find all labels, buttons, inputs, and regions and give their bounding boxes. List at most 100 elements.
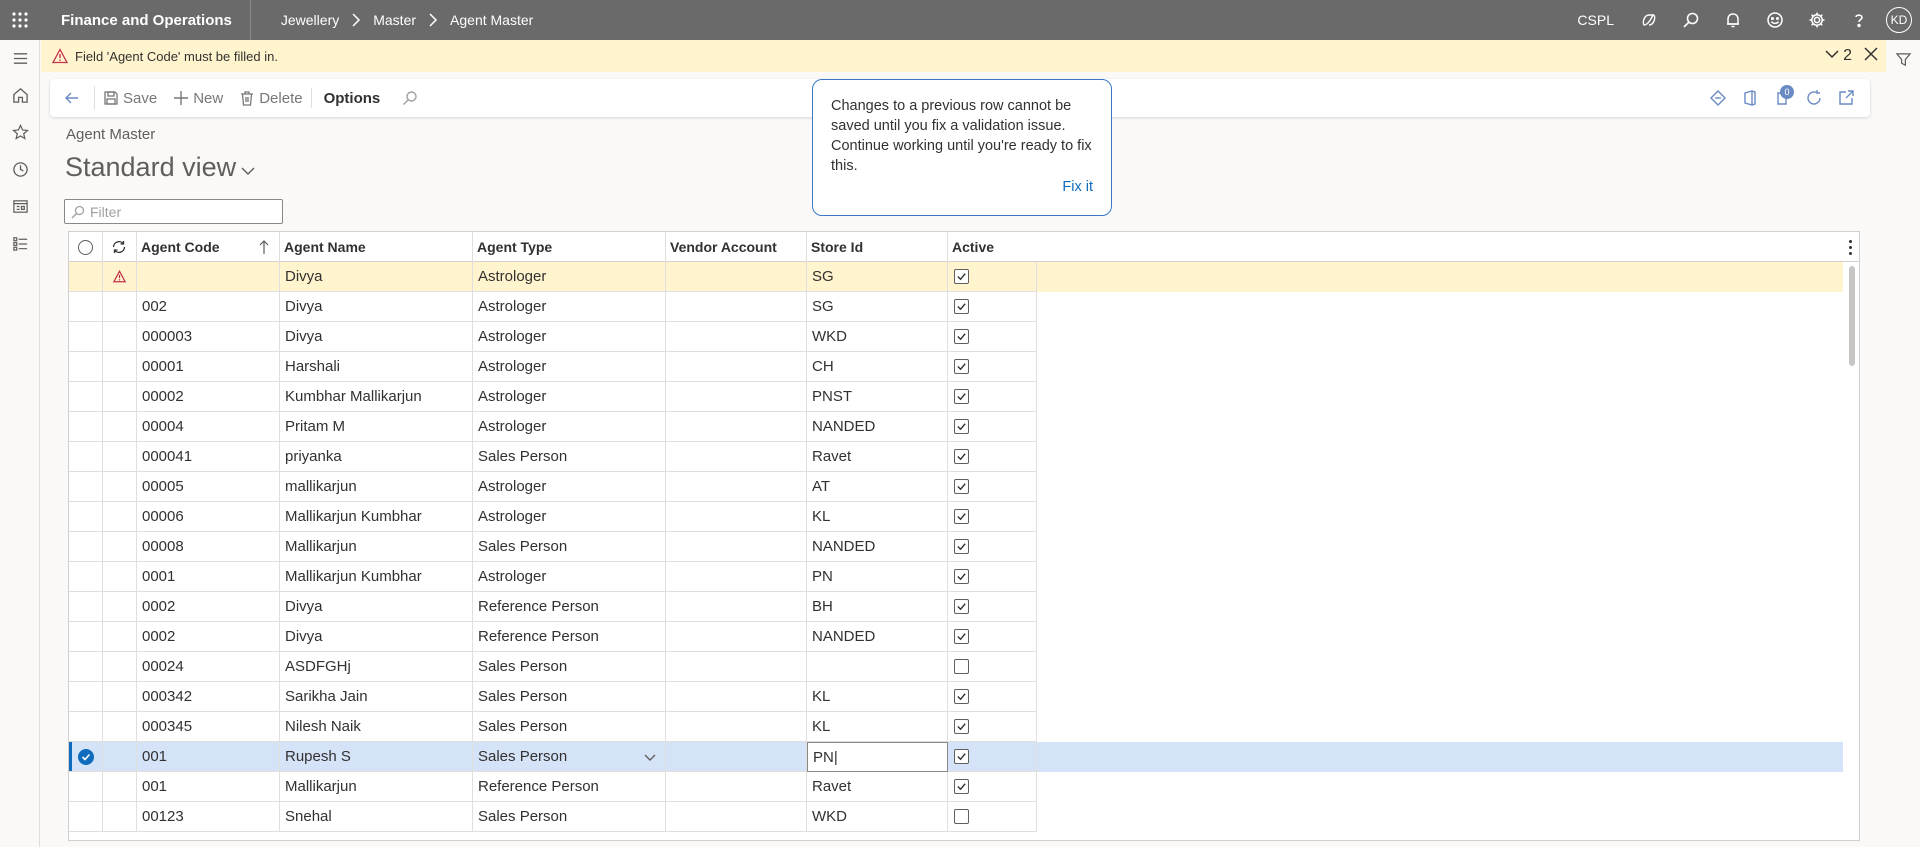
cell-vendor-account[interactable]	[666, 382, 807, 412]
cell-active[interactable]	[948, 682, 1037, 712]
cell-active[interactable]	[948, 382, 1037, 412]
cell-agent-name[interactable]: Harshali	[280, 352, 473, 382]
cell-agent-code[interactable]: 00004	[137, 412, 280, 442]
cell-agent-type[interactable]: Astrologer	[473, 472, 666, 502]
cell-agent-name[interactable]: Sarikha Jain	[280, 682, 473, 712]
cell-active[interactable]	[948, 322, 1037, 352]
row-selector[interactable]	[69, 472, 103, 502]
table-row[interactable]: Divya Astrologer SG	[69, 262, 1843, 292]
row-selector[interactable]	[69, 322, 103, 352]
row-selector[interactable]	[69, 802, 103, 832]
active-checkbox[interactable]	[954, 389, 969, 404]
cell-vendor-account[interactable]	[666, 262, 807, 292]
table-row[interactable]: 00123 Snehal Sales Person WKD	[69, 802, 1843, 832]
cell-agent-type[interactable]: Sales Person	[473, 742, 666, 772]
row-selector[interactable]	[69, 382, 103, 412]
vertical-scrollbar[interactable]	[1847, 266, 1857, 838]
cell-agent-type[interactable]: Sales Person	[473, 532, 666, 562]
cell-store-id[interactable]: Ravet	[807, 442, 948, 472]
row-status[interactable]	[103, 322, 137, 352]
table-row[interactable]: 001 Rupesh S Sales Person PN|	[69, 742, 1843, 772]
cell-vendor-account[interactable]	[666, 802, 807, 832]
power-apps-icon[interactable]	[1702, 79, 1734, 117]
cell-active[interactable]	[948, 622, 1037, 652]
cell-vendor-account[interactable]	[666, 562, 807, 592]
bell-icon[interactable]	[1712, 0, 1754, 40]
filter-input[interactable]: Filter	[64, 199, 283, 224]
cell-agent-code[interactable]: 00024	[137, 652, 280, 682]
cell-store-id[interactable]: AT	[807, 472, 948, 502]
column-header-agent-name[interactable]: Agent Name	[280, 232, 473, 262]
table-row[interactable]: 000041 priyanka Sales Person Ravet	[69, 442, 1843, 472]
chevron-down-icon[interactable]	[643, 750, 657, 764]
cell-agent-code[interactable]: 00123	[137, 802, 280, 832]
cell-vendor-account[interactable]	[666, 322, 807, 352]
cell-store-id[interactable]	[807, 652, 948, 682]
cell-agent-type[interactable]: Reference Person	[473, 592, 666, 622]
cell-vendor-account[interactable]	[666, 292, 807, 322]
cell-agent-name[interactable]: Nilesh Naik	[280, 712, 473, 742]
active-checkbox[interactable]	[954, 269, 969, 284]
row-selector[interactable]	[69, 292, 103, 322]
select-all-radio[interactable]	[69, 232, 103, 262]
row-selector[interactable]	[69, 442, 103, 472]
table-row[interactable]: 00006 Mallikarjun Kumbhar Astrologer KL	[69, 502, 1843, 532]
cell-agent-type[interactable]: Astrologer	[473, 322, 666, 352]
breadcrumb-item[interactable]: Agent Master	[450, 12, 533, 28]
active-checkbox[interactable]	[954, 599, 969, 614]
cell-agent-name[interactable]: Divya	[280, 592, 473, 622]
column-header-vendor-account[interactable]: Vendor Account	[666, 232, 807, 262]
cell-store-id[interactable]: WKD	[807, 322, 948, 352]
cell-active[interactable]	[948, 472, 1037, 502]
row-status[interactable]	[103, 562, 137, 592]
active-checkbox[interactable]	[954, 419, 969, 434]
cell-store-id[interactable]: Ravet	[807, 772, 948, 802]
cell-agent-type[interactable]: Astrologer	[473, 562, 666, 592]
cell-vendor-account[interactable]	[666, 412, 807, 442]
cell-agent-code[interactable]: 00001	[137, 352, 280, 382]
table-row[interactable]: 00001 Harshali Astrologer CH	[69, 352, 1843, 382]
row-status[interactable]	[103, 772, 137, 802]
row-selector[interactable]	[69, 352, 103, 382]
cell-vendor-account[interactable]	[666, 592, 807, 622]
active-checkbox[interactable]	[954, 299, 969, 314]
table-row[interactable]: 00008 Mallikarjun Sales Person NANDED	[69, 532, 1843, 562]
table-row[interactable]: 0002 Divya Reference Person BH	[69, 592, 1843, 622]
cell-agent-code[interactable]: 00008	[137, 532, 280, 562]
cell-agent-name[interactable]: mallikarjun	[280, 472, 473, 502]
table-row[interactable]: 0001 Mallikarjun Kumbhar Astrologer PN	[69, 562, 1843, 592]
cell-agent-name[interactable]: Divya	[280, 322, 473, 352]
cell-agent-type[interactable]: Reference Person	[473, 622, 666, 652]
cell-agent-code[interactable]: 00005	[137, 472, 280, 502]
row-status[interactable]	[103, 622, 137, 652]
cell-active[interactable]	[948, 532, 1037, 562]
row-selector[interactable]	[69, 562, 103, 592]
row-status[interactable]	[103, 502, 137, 532]
cell-store-id[interactable]: KL	[807, 502, 948, 532]
row-selector[interactable]	[69, 682, 103, 712]
scroll-thumb[interactable]	[1849, 266, 1855, 366]
cell-agent-type[interactable]: Sales Person	[473, 652, 666, 682]
options-tab[interactable]: Options	[312, 79, 395, 117]
row-selector[interactable]	[69, 412, 103, 442]
cell-agent-type[interactable]: Astrologer	[473, 352, 666, 382]
cell-agent-name[interactable]: ASDFGHj	[280, 652, 473, 682]
column-header-store-id[interactable]: Store Id	[807, 232, 948, 262]
active-checkbox[interactable]	[954, 629, 969, 644]
row-status[interactable]	[103, 442, 137, 472]
table-row[interactable]: 002 Divya Astrologer SG	[69, 292, 1843, 322]
cell-store-id[interactable]: SG	[807, 292, 948, 322]
new-button[interactable]: New	[165, 79, 231, 117]
cell-agent-code[interactable]: 0002	[137, 622, 280, 652]
table-row[interactable]: 00024 ASDFGHj Sales Person	[69, 652, 1843, 682]
row-status[interactable]	[103, 742, 137, 772]
cell-agent-code[interactable]: 00002	[137, 382, 280, 412]
cell-agent-name[interactable]: Divya	[280, 622, 473, 652]
row-selector[interactable]	[69, 502, 103, 532]
action-search-button[interactable]	[394, 79, 430, 117]
table-row[interactable]: 000342 Sarikha Jain Sales Person KL	[69, 682, 1843, 712]
row-selector[interactable]	[69, 622, 103, 652]
cell-agent-name[interactable]: Rupesh S	[280, 742, 473, 772]
cell-agent-name[interactable]: Divya	[280, 292, 473, 322]
cell-active[interactable]	[948, 412, 1037, 442]
